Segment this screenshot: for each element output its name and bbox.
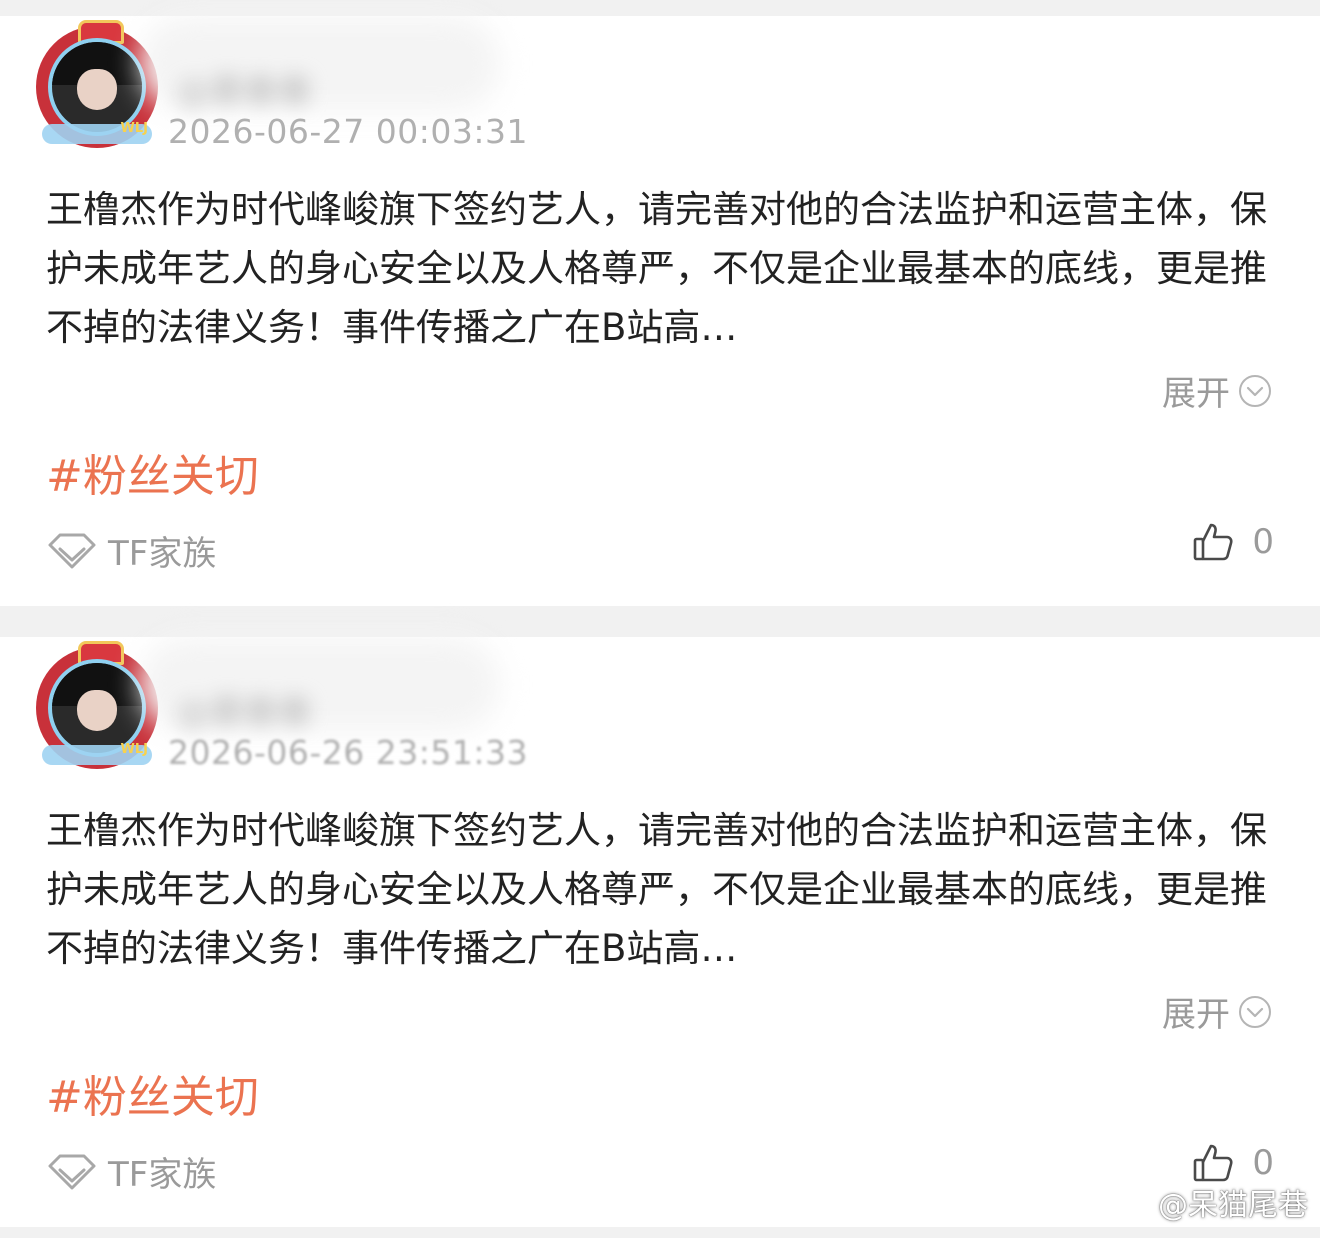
expand-label: 展开 xyxy=(1162,995,1230,1035)
weibo-logo-icon xyxy=(1107,1186,1150,1219)
post-content: 王橹杰作为时代峰峻旗下签约艺人，请完善对他的合法监护和运营主体，保护未成年艺人的… xyxy=(46,809,1267,970)
comment-feed: WLJ @慕春春 2026-06-27 00:03:31 王橹杰作为时代峰峻旗下… xyxy=(0,0,1320,1238)
hashtag-link[interactable]: #粉丝关切 xyxy=(46,440,259,504)
thumbs-up-icon xyxy=(1194,1144,1233,1182)
chevron-down-circle-icon xyxy=(1239,995,1271,1028)
watermark-text: @呆猫尾巷 xyxy=(1158,1188,1308,1223)
source-label: TF家族 xyxy=(108,1155,217,1195)
like-button[interactable]: 0 xyxy=(1192,1142,1274,1184)
post-timestamp: 2026-06-27 00:03:31 xyxy=(168,112,528,151)
avatar-badge: WLJ xyxy=(120,742,148,757)
expand-button[interactable]: 展开 xyxy=(1162,366,1272,415)
avatar[interactable]: WLJ xyxy=(36,641,158,769)
expand-button[interactable]: 展开 xyxy=(1162,987,1272,1036)
post-content: 王橹杰作为时代峰峻旗下签约艺人，请完善对他的合法监护和运营主体，保护未成年艺人的… xyxy=(46,188,1267,349)
username[interactable]: @慕春春 xyxy=(176,64,312,113)
source-link[interactable]: TF家族 xyxy=(46,1147,216,1196)
username[interactable]: @慕春春 xyxy=(176,685,312,734)
thumbs-up-icon xyxy=(1194,523,1233,561)
avatar-badge: WLJ xyxy=(120,121,148,136)
like-count: 0 xyxy=(1252,522,1274,562)
diamond-icon xyxy=(48,533,96,568)
like-button[interactable]: 0 xyxy=(1192,521,1274,563)
source-label: TF家族 xyxy=(108,534,217,574)
avatar[interactable]: WLJ xyxy=(36,20,158,148)
source-link[interactable]: TF家族 xyxy=(46,526,216,575)
diamond-icon xyxy=(48,1154,96,1189)
like-count: 0 xyxy=(1252,1143,1274,1183)
expand-label: 展开 xyxy=(1162,374,1230,414)
post-card: WLJ @慕春春 2026-06-27 00:03:31 王橹杰作为时代峰峻旗下… xyxy=(0,16,1320,606)
watermark: @呆猫尾巷 xyxy=(1106,1180,1308,1224)
hashtag-link[interactable]: #粉丝关切 xyxy=(46,1061,259,1125)
post-card: WLJ @慕春春 2026-06-26 23:51:33 王橹杰作为时代峰峻旗下… xyxy=(0,637,1320,1227)
post-timestamp: 2026-06-26 23:51:33 xyxy=(168,733,528,772)
chevron-down-circle-icon xyxy=(1239,374,1271,407)
